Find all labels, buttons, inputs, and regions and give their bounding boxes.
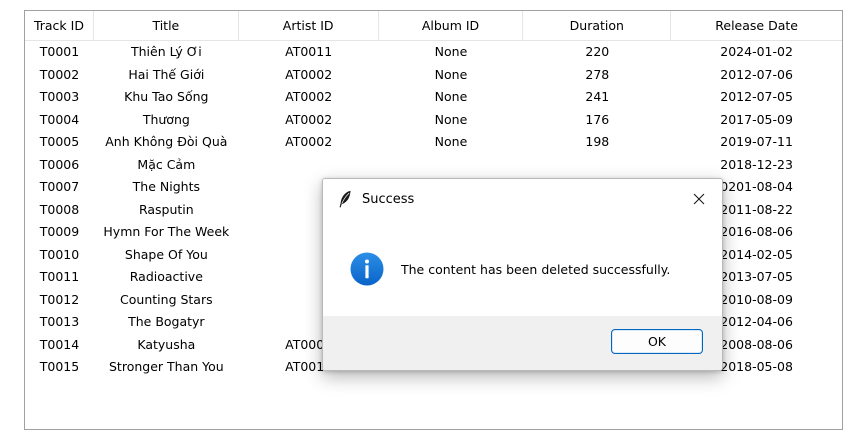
cell-artist-id: AT0002: [285, 134, 333, 149]
cell-duration: 198: [585, 134, 610, 149]
cell-release-date: 2018-12-23: [720, 156, 793, 172]
cell-title: Radioactive: [129, 269, 203, 284]
table-row[interactable]: T0005 Anh Không Đòi Quà AT0002 None 198 2019-…: [25, 131, 842, 154]
cell-album-id: None: [434, 89, 468, 104]
cell-title: Khu Tao Sống: [124, 89, 209, 104]
column-header-release-date[interactable]: Release Date: [671, 11, 842, 41]
cell-release-date: 2012-07-06: [720, 66, 793, 82]
cell-artist-id: AT0002: [285, 89, 333, 104]
column-header-album-id[interactable]: Album ID: [378, 11, 524, 41]
cell-title: Hymn For The Week: [103, 224, 230, 239]
table-row[interactable]: T0001 Thiên Lý Ơi AT0011 None 220 2024-01-02: [25, 41, 842, 64]
cell-title: The Bogatyr: [128, 314, 205, 329]
dialog-content: The content has been deleted successfull…: [323, 219, 722, 318]
cell-track-id: T0007: [39, 179, 80, 194]
ok-button[interactable]: OK: [611, 329, 703, 354]
cell-artist-id: [239, 154, 379, 177]
dialog-title: Success: [362, 191, 415, 207]
cell-track-id: T0006: [39, 156, 80, 172]
cell-track-id: T0010: [39, 246, 80, 262]
cell-release-date: 2012-07-05: [720, 89, 793, 104]
cell-track-id: T0003: [39, 89, 80, 104]
cell-track-id: T0014: [39, 336, 80, 352]
table-header: Track ID Title Artist ID Album ID Durati…: [25, 11, 842, 41]
cell-album-id: None: [434, 44, 468, 59]
cell-track-id: T0004: [39, 111, 80, 127]
cell-album-id: None: [434, 111, 468, 127]
cell-album-id: [379, 154, 524, 177]
success-dialog: Success The content has been deleted suc…: [322, 178, 723, 371]
close-icon: [693, 193, 705, 205]
cell-duration: 220: [585, 44, 610, 59]
cell-duration: 241: [585, 89, 610, 104]
cell-track-id: T0002: [39, 66, 80, 82]
cell-title: Counting Stars: [120, 291, 213, 307]
cell-artist-id: AT0011: [285, 44, 333, 59]
column-header-duration[interactable]: Duration: [523, 11, 672, 41]
close-button[interactable]: [676, 179, 722, 219]
table-row[interactable]: T0002 Hai Thế Giới AT0002 None 278 2012-07-06: [25, 64, 842, 87]
cell-track-id: T0009: [39, 224, 80, 239]
cell-album-id: None: [434, 134, 468, 149]
cell-title: Hai Thế Giới: [128, 66, 205, 82]
cell-title: Shape Of You: [124, 246, 208, 262]
cell-release-date: 2019-07-11: [720, 134, 793, 149]
cell-track-id: T0008: [39, 201, 80, 217]
info-icon: [350, 252, 384, 285]
cell-title: Rasputin: [138, 201, 194, 217]
dialog-titlebar[interactable]: Success: [323, 179, 722, 219]
cell-album-id: None: [434, 66, 468, 82]
feather-icon: [338, 190, 352, 208]
cell-title: Stronger Than You: [109, 359, 224, 374]
cell-release-date: 2024-01-02: [720, 44, 793, 59]
cell-title: The Nights: [132, 179, 200, 194]
cell-title: Anh Không Đòi Quà: [105, 134, 228, 149]
dialog-message: The content has been deleted successfull…: [401, 262, 671, 277]
table-row[interactable]: T0006 Mặc Cảm 2018-12-23: [25, 154, 842, 177]
cell-track-id: T0005: [39, 134, 80, 149]
table-row[interactable]: T0004 Thương AT0002 None 176 2017-05-09: [25, 109, 842, 132]
table-row[interactable]: T0003 Khu Tao Sống AT0002 None 241 2012-07-05: [25, 86, 842, 109]
cell-track-id: T0011: [39, 269, 80, 284]
cell-track-id: T0012: [39, 291, 80, 307]
cell-track-id: T0013: [39, 314, 80, 329]
cell-artist-id: AT0002: [285, 66, 333, 82]
cell-track-id: T0001: [39, 44, 80, 59]
cell-title: Mặc Cảm: [137, 156, 196, 172]
cell-duration: [523, 154, 671, 177]
cell-title: Thiên Lý Ơi: [130, 44, 202, 59]
cell-release-date: 2017-05-09: [720, 111, 793, 127]
cell-title: Thương: [142, 111, 190, 127]
dialog-footer: OK: [323, 316, 722, 370]
cell-duration: 278: [585, 66, 610, 82]
cell-title: Katyusha: [137, 336, 196, 352]
column-header-title[interactable]: Title: [93, 11, 239, 41]
cell-duration: 176: [585, 111, 610, 127]
cell-artist-id: AT0002: [285, 111, 333, 127]
column-header-artist-id[interactable]: Artist ID: [238, 11, 379, 41]
cell-track-id: T0015: [39, 359, 80, 374]
column-header-track-id[interactable]: Track ID: [25, 11, 94, 41]
